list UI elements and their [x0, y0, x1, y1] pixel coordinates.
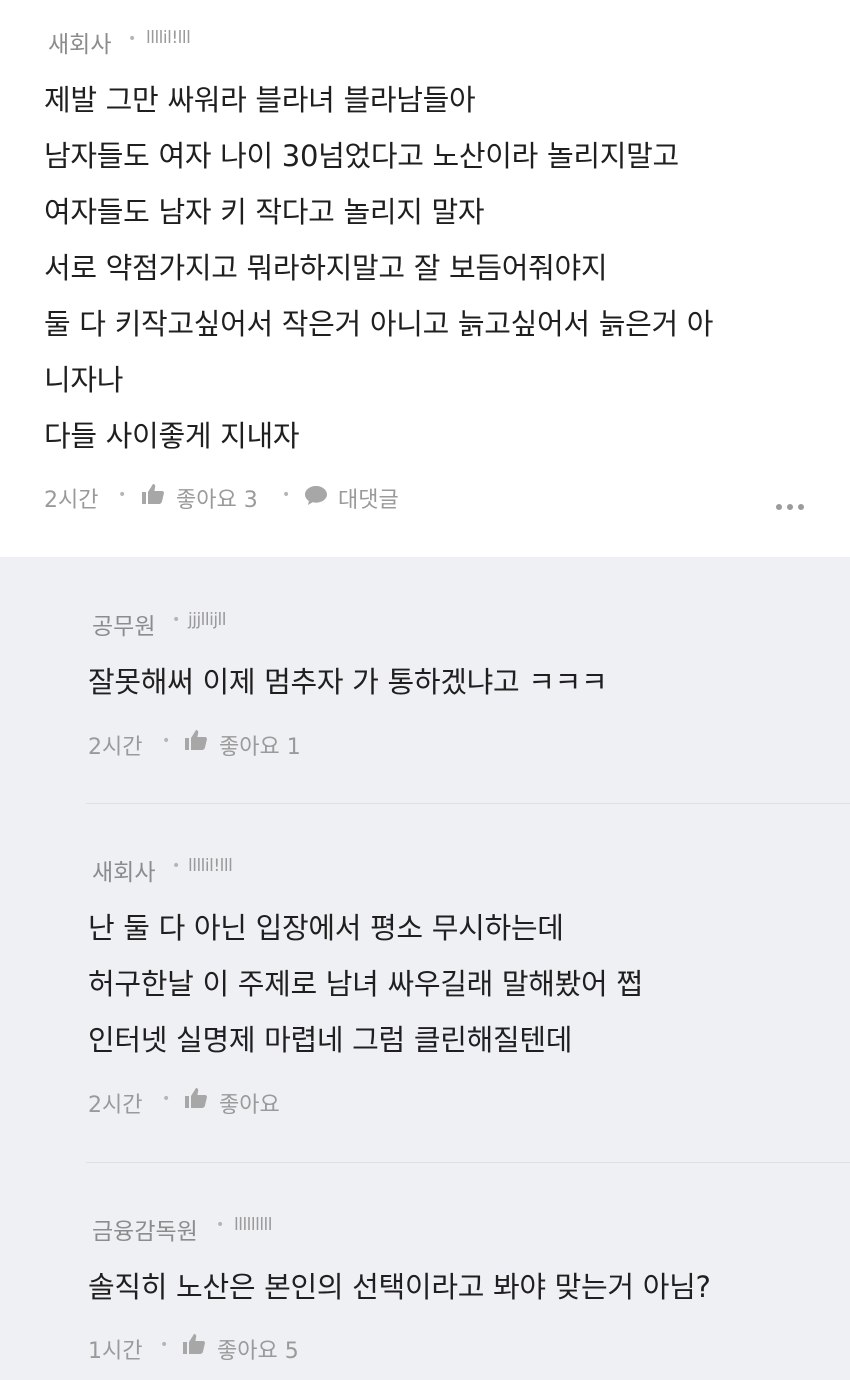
comment-text-line: 여자들도 남자 키 작다고 놀리지 말자 [44, 195, 485, 229]
comment-text-line: 다들 사이좋게 지내자 [44, 419, 300, 453]
reply-text-line: 솔직히 노산은 본인의 선택이라고 봐야 맞는거 아님? [88, 1270, 711, 1304]
speech-bubble-icon[interactable] [304, 485, 328, 506]
comment-text-line: 서로 약점가지고 뭐라하지말고 잘 보듬어줘야지 [44, 251, 608, 285]
separator-dot: • [162, 1091, 171, 1107]
comment-text-line: 제발 그만 싸워라 블라녀 블라남들아 [44, 83, 476, 117]
reply-user-id: jjjllijll [188, 610, 227, 630]
reply-user-id: llllil!lll [188, 856, 233, 876]
like-button[interactable]: 좋아요 1 [219, 729, 301, 761]
divider [86, 803, 850, 804]
thumbs-up-icon[interactable] [182, 1333, 206, 1355]
reply-author[interactable]: 금융감독원 [92, 1212, 198, 1246]
reply-author[interactable]: 공무원 [92, 607, 155, 641]
reply-text-line: 난 둘 다 아닌 입장에서 평소 무시하는데 [88, 911, 564, 945]
reply-button[interactable]: 대댓글 [338, 482, 399, 514]
like-button[interactable]: 좋아요 3 [176, 482, 258, 514]
separator-dot: • [172, 858, 181, 874]
thumbs-up-icon[interactable] [141, 483, 165, 505]
separator-dot: • [118, 487, 127, 503]
reply-list: 공무원 • jjjllijll 잘못해써 이제 멈추자 가 통하겠냐고 ㅋㅋㅋ … [0, 557, 850, 1380]
reply-text-line: 허구한날 이 주제로 남녀 싸우길래 말해봤어 쩝 [88, 967, 643, 1001]
reply-time: 1시간 [88, 1339, 143, 1364]
divider [86, 1162, 850, 1163]
like-button[interactable]: 좋아요 5 [217, 1333, 299, 1365]
separator-dot: • [128, 31, 137, 47]
comment-text-line: 남자들도 여자 나이 30넘었다고 노산이라 놀리지말고 [44, 139, 679, 173]
top-comment: 새회사 • llllil!lll 제발 그만 싸워라 블라녀 블라남들아 남자들… [0, 0, 850, 557]
separator-dot: • [160, 1337, 169, 1353]
comment-author[interactable]: 새회사 [48, 25, 111, 59]
reply-time: 2시간 [88, 735, 143, 760]
reply-text-line: 잘못해써 이제 멈추자 가 통하겠냐고 ㅋㅋㅋ [88, 665, 608, 699]
comment-text-line: 니자나 [44, 363, 124, 397]
more-dots-icon[interactable] [776, 504, 804, 510]
like-button[interactable]: 좋아요 [219, 1087, 280, 1119]
reply-user-id: lllllllll [234, 1215, 273, 1235]
reply-time: 2시간 [88, 1093, 143, 1118]
separator-dot: • [282, 487, 291, 503]
reply-text-line: 인터넷 실명제 마렵네 그럼 클린해질텐데 [88, 1023, 573, 1057]
comment-time: 2시간 [44, 488, 99, 513]
thumbs-up-icon[interactable] [184, 1087, 208, 1109]
separator-dot: • [162, 733, 171, 749]
reply-author[interactable]: 새회사 [92, 853, 155, 887]
comment-text-line: 둘 다 키작고싶어서 작은거 아니고 늙고싶어서 늙은거 아 [44, 307, 714, 341]
thumbs-up-icon[interactable] [184, 729, 208, 751]
separator-dot: • [216, 1217, 225, 1233]
comment-user-id: llllil!lll [146, 28, 191, 48]
separator-dot: • [172, 612, 181, 628]
